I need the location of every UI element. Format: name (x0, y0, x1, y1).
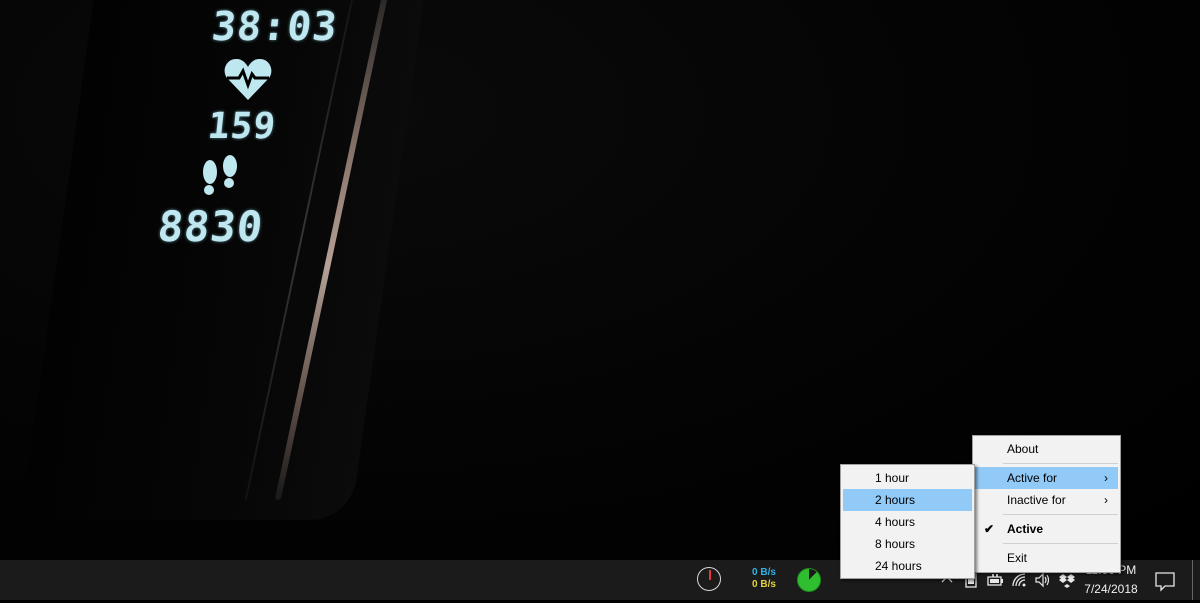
menu-item-label: Exit (1007, 551, 1028, 565)
clock-date: 7/24/2018 (1084, 582, 1138, 596)
watch-steps: 8830 (155, 202, 266, 251)
menu-item-about[interactable]: About (975, 438, 1118, 460)
menu-item-active-for[interactable]: Active for › (975, 467, 1118, 489)
wifi-icon[interactable] (1010, 571, 1028, 589)
submenu-item-24-hours[interactable]: 24 hours (843, 555, 972, 577)
cpu-meter-icon[interactable] (697, 567, 721, 591)
show-desktop-button[interactable] (1192, 560, 1193, 600)
watch-time: 38:03 (209, 4, 340, 50)
footsteps-icon (203, 155, 237, 195)
volume-icon[interactable] (1034, 571, 1052, 589)
menu-item-label: 4 hours (875, 515, 916, 529)
menu-item-label: About (1007, 442, 1039, 456)
menu-item-label: Active (1007, 522, 1044, 536)
submenu-item-8-hours[interactable]: 8 hours (843, 533, 972, 555)
menu-item-label: Active for (1007, 471, 1058, 485)
battery-icon[interactable] (986, 571, 1004, 589)
chevron-right-icon: › (1104, 471, 1108, 485)
menu-separator (1003, 463, 1118, 464)
upload-speed: 0 B/s (752, 567, 776, 578)
menu-item-label: 24 hours (875, 559, 922, 573)
ram-meter-icon[interactable] (797, 568, 821, 592)
menu-item-label: 1 hour (875, 471, 910, 485)
menu-item-label: 2 hours (875, 493, 916, 507)
tray-context-menu: About Active for › Inactive for › ✔ Acti… (972, 435, 1121, 573)
submenu-item-2-hours[interactable]: 2 hours (843, 489, 972, 511)
menu-item-exit[interactable]: Exit (975, 547, 1118, 569)
submenu-item-4-hours[interactable]: 4 hours (843, 511, 972, 533)
action-center-icon[interactable] (1150, 562, 1180, 598)
network-speed-monitor[interactable]: 0 B/s 0 B/s (744, 567, 784, 591)
heart-rate-icon (224, 58, 272, 100)
active-for-submenu: 1 hour 2 hours 4 hours 8 hours 24 hours (840, 464, 975, 579)
watch-heart-rate: 159 (205, 106, 279, 147)
checkmark-icon: ✔ (984, 522, 995, 536)
chevron-right-icon: › (1104, 493, 1108, 507)
menu-item-active[interactable]: ✔ Active (975, 518, 1118, 540)
menu-item-inactive-for[interactable]: Inactive for › (975, 489, 1118, 511)
submenu-item-1-hour[interactable]: 1 hour (843, 467, 972, 489)
menu-item-label: 8 hours (875, 537, 916, 551)
download-speed: 0 B/s (752, 579, 776, 590)
menu-item-label: Inactive for (1007, 493, 1066, 507)
menu-separator (1003, 514, 1118, 515)
menu-separator (1003, 543, 1118, 544)
cpu-needle (709, 570, 711, 580)
dropbox-icon[interactable] (1058, 571, 1076, 589)
